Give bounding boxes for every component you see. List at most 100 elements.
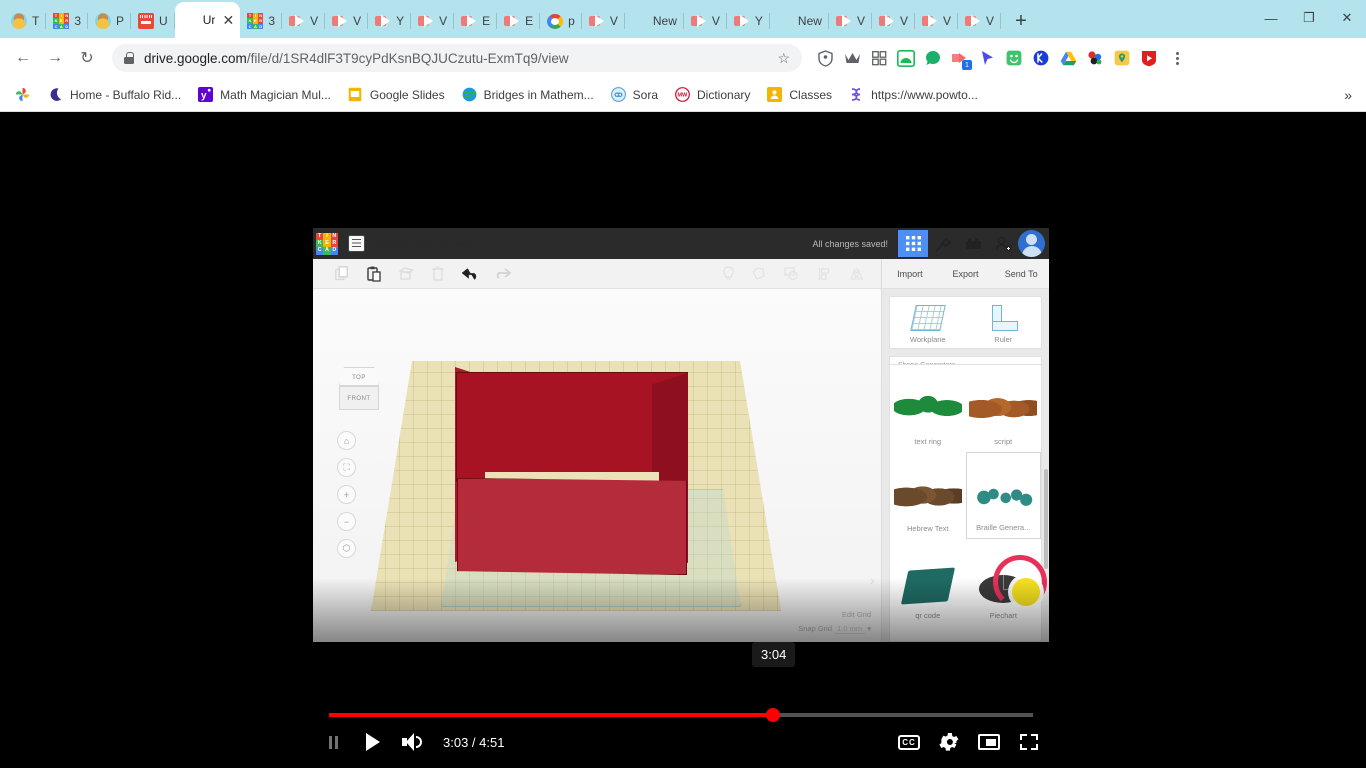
panel-tab-import[interactable]: Import [882,269,938,279]
browser-tab[interactable]: V [582,4,625,38]
close-window-button[interactable]: ✕ [1328,4,1366,32]
browser-tab-active[interactable]: Ur ✕ [174,2,241,38]
shape-library-item[interactable]: text ring [890,365,966,452]
snap-grid-value[interactable]: 1.0 mm [834,624,866,634]
paste-icon[interactable] [359,263,389,285]
google-drive-extension-icon[interactable] [1055,45,1081,71]
shape-library-item[interactable]: Hebrew Text [890,452,966,539]
add-person-icon[interactable] [988,230,1018,257]
duplicate-icon[interactable] [391,263,421,285]
browser-tab[interactable]: TINKERCAD 3 [46,4,88,38]
ungroup-icon[interactable] [777,263,807,285]
address-bar[interactable]: drive.google.com/file/d/1SR4dlF3T9cyPdKs… [112,44,802,72]
group-icon[interactable] [745,263,775,285]
progress-bar[interactable] [329,708,1033,722]
maximize-button[interactable]: ❐ [1290,4,1328,32]
browser-tab[interactable]: p [540,4,582,38]
miniplayer-button[interactable] [969,722,1009,762]
tab-close-icon[interactable]: ✕ [220,12,236,28]
bookmarks-overflow-button[interactable]: » [1338,87,1358,103]
reload-button[interactable]: ↻ [72,43,102,73]
browser-tab[interactable]: V [958,4,1001,38]
redo-icon[interactable] [487,263,517,285]
browser-tab[interactable]: V [684,4,727,38]
panel-tab-export[interactable]: Export [938,269,994,279]
browser-tab[interactable]: U [131,4,175,38]
user-avatar[interactable] [1018,230,1045,257]
shape-library-item[interactable]: script [966,365,1042,452]
browser-tab[interactable]: New [770,4,829,38]
bookmark-item[interactable]: Bridges in Mathem... [455,84,601,106]
progress-scrubber[interactable] [765,708,780,722]
location-pin-extension-icon[interactable] [1109,45,1135,71]
bookmark-item[interactable]: Home - Buffalo Rid... [41,84,188,106]
view-cube-front[interactable]: FRONT [339,386,379,410]
browser-tab[interactable]: E [454,4,498,38]
browser-tab[interactable]: E [497,4,541,38]
align-icon[interactable] [809,263,839,285]
delete-icon[interactable] [423,263,453,285]
snap-grid-caret-icon[interactable]: ▾ [867,624,871,633]
browser-tab[interactable]: Y [727,4,770,38]
browser-tab[interactable]: V [872,4,915,38]
shield-extension-icon[interactable] [812,45,838,71]
panel-collapse-arrow-icon[interactable]: › [870,572,875,588]
browser-tab[interactable]: V [411,4,455,38]
cursor-arrow-extension-icon[interactable] [974,45,1000,71]
video-player[interactable]: TINKERCAD Grand Kasi-Stantia All changes… [313,228,1049,642]
volume-button[interactable] [393,722,433,762]
copy-icon[interactable] [327,263,357,285]
shape-library-item[interactable]: Braille Genera... [965,452,1041,539]
fullscreen-button[interactable] [1009,722,1049,762]
workplane-tool[interactable]: Workplane [890,305,966,344]
minimize-button[interactable]: — [1252,4,1290,32]
three-dot-menu-icon[interactable] [1164,45,1190,71]
blocks-grid-icon[interactable] [898,230,928,257]
browser-tab[interactable]: TINKERCAD 3 [240,4,282,38]
bookmark-item[interactable]: MW Dictionary [668,84,757,106]
home-view-icon[interactable]: ⌂ [337,431,356,450]
fit-view-icon[interactable]: ⛶ [337,458,356,477]
blocks-brick-icon[interactable] [958,230,988,257]
zoom-in-icon[interactable]: + [337,485,356,504]
lightbulb-icon[interactable] [713,263,743,285]
3d-viewport[interactable]: TOP FRONT ⌂ ⛶ + − ⬡ Edit Grid Snap Grid 1.0 … [313,289,881,642]
pause-button[interactable] [313,722,353,762]
kami-extension-icon[interactable] [1028,45,1054,71]
crown-extension-icon[interactable] [839,45,865,71]
settings-button[interactable] [929,722,969,762]
back-button[interactable]: ← [8,43,38,73]
bookmark-item[interactable]: y Math Magician Mul... [191,84,338,106]
browser-tab[interactable]: P [88,4,132,38]
green-arch-extension-icon[interactable] [893,45,919,71]
browser-tab[interactable]: T [4,4,47,38]
perspective-icon[interactable]: ⬡ [337,539,356,558]
hammer-tool-icon[interactable] [928,230,958,257]
molecule-extension-icon[interactable] [1082,45,1108,71]
bookmark-item[interactable]: Classes [760,84,839,106]
shape-library-item[interactable]: qr code [890,539,966,626]
browser-tab[interactable]: V [282,4,326,38]
grid-extension-icon[interactable] [866,45,892,71]
play-button[interactable] [353,722,393,762]
mirror-icon[interactable] [841,263,871,285]
browser-tab[interactable]: New [625,4,684,38]
new-tab-button[interactable]: + [1007,7,1035,35]
screencast-extension-icon[interactable]: 1 [947,45,973,71]
forward-button[interactable]: → [40,43,70,73]
browser-tab[interactable]: V [829,4,872,38]
browser-tab[interactable]: V [915,4,958,38]
green-blob-extension-icon[interactable] [920,45,946,71]
ruler-tool[interactable]: Ruler [966,305,1042,344]
video-shield-extension-icon[interactable] [1136,45,1162,71]
bookmark-item[interactable]: Google Slides [341,84,452,106]
browser-tab[interactable]: Y [368,4,412,38]
undo-icon[interactable] [455,263,485,285]
edit-grid-button[interactable]: Edit Grid [798,608,871,622]
project-list-icon[interactable] [348,235,365,252]
captions-button[interactable]: CC [889,722,929,762]
bookmark-item[interactable] [8,84,38,106]
view-cube[interactable]: TOP FRONT [336,367,382,413]
bookmark-star-icon[interactable]: ☆ [769,50,790,67]
green-smiley-extension-icon[interactable] [1001,45,1027,71]
